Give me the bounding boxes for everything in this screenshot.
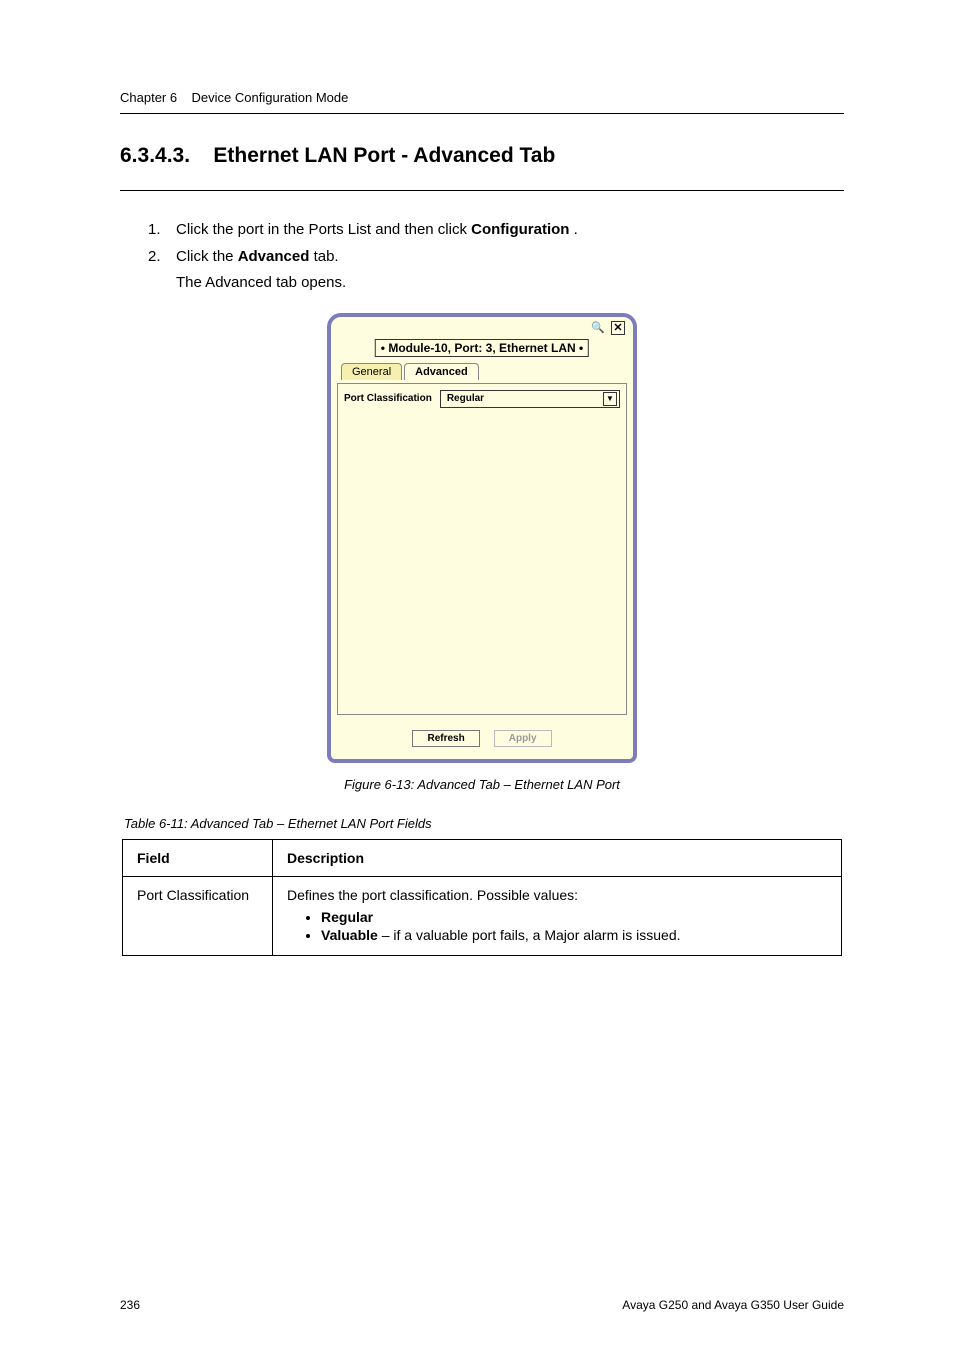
list-item: Valuable – if a valuable port fails, a M… bbox=[321, 927, 827, 943]
table-row: Port Classification Defines the port cla… bbox=[123, 876, 842, 955]
chapter-number: Chapter 6 bbox=[120, 90, 177, 105]
page-number: 236 bbox=[120, 1298, 140, 1312]
globe-icon[interactable]: 🔍 bbox=[591, 321, 605, 335]
step-2-result: The Advanced tab opens. bbox=[176, 272, 844, 295]
step-1: 1. Click the port in the Ports List and … bbox=[148, 219, 844, 242]
step-1-pre: Click the port in the Ports List and the… bbox=[176, 221, 471, 238]
step-1-number: 1. bbox=[148, 219, 176, 242]
th-field: Field bbox=[123, 839, 273, 876]
step-2-bold: Advanced bbox=[238, 248, 310, 265]
port-classification-label: Port Classification bbox=[344, 393, 432, 404]
footer-doc-title: Avaya G250 and Avaya G350 User Guide bbox=[622, 1298, 844, 1312]
item-term-0: Regular bbox=[321, 909, 373, 925]
th-description: Description bbox=[273, 839, 842, 876]
step-2-pre: Click the bbox=[176, 248, 238, 265]
figure-caption: Figure 6-13: Advanced Tab – Ethernet LAN… bbox=[120, 777, 844, 792]
step-1-bold: Configuration bbox=[471, 221, 569, 238]
section-number: 6.3.4.3. bbox=[120, 144, 190, 167]
cell-description: Defines the port classification. Possibl… bbox=[273, 876, 842, 955]
section-title: Ethernet LAN Port - Advanced Tab bbox=[213, 144, 555, 167]
close-icon[interactable]: ✕ bbox=[611, 321, 625, 335]
step-2-post: tab. bbox=[314, 248, 339, 265]
fields-table: Field Description Port Classification De… bbox=[122, 839, 842, 956]
step-1-post: . bbox=[574, 221, 578, 238]
tab-general[interactable]: General bbox=[341, 363, 402, 380]
step-2-number: 2. bbox=[148, 246, 176, 269]
cell-desc-intro: Defines the port classification. Possibl… bbox=[287, 887, 578, 903]
item-term-1: Valuable bbox=[321, 927, 378, 943]
cell-field: Port Classification bbox=[123, 876, 273, 955]
port-classification-value: Regular bbox=[447, 393, 484, 404]
screenshot-panel: 🔍 ✕ • Module-10, Port: 3, Ethernet LAN •… bbox=[327, 313, 637, 763]
chevron-down-icon: ▼ bbox=[603, 392, 617, 406]
chapter-title: Device Configuration Mode bbox=[192, 90, 349, 105]
header-rule bbox=[120, 113, 844, 114]
list-item: Regular bbox=[321, 909, 827, 925]
port-classification-select[interactable]: Regular ▼ bbox=[440, 390, 620, 408]
section-rule bbox=[120, 190, 844, 191]
refresh-button[interactable]: Refresh bbox=[412, 730, 479, 747]
apply-button[interactable]: Apply bbox=[494, 730, 552, 747]
tab-advanced[interactable]: Advanced bbox=[404, 363, 479, 380]
screenshot-title: Module-10, Port: 3, Ethernet LAN bbox=[388, 341, 575, 355]
step-2: 2. Click the Advanced tab. bbox=[148, 246, 844, 269]
item-after-1: – if a valuable port fails, a Major alar… bbox=[378, 927, 681, 943]
table-caption: Table 6-11: Advanced Tab – Ethernet LAN … bbox=[120, 816, 844, 831]
screenshot-content: Port Classification Regular ▼ bbox=[337, 383, 627, 715]
